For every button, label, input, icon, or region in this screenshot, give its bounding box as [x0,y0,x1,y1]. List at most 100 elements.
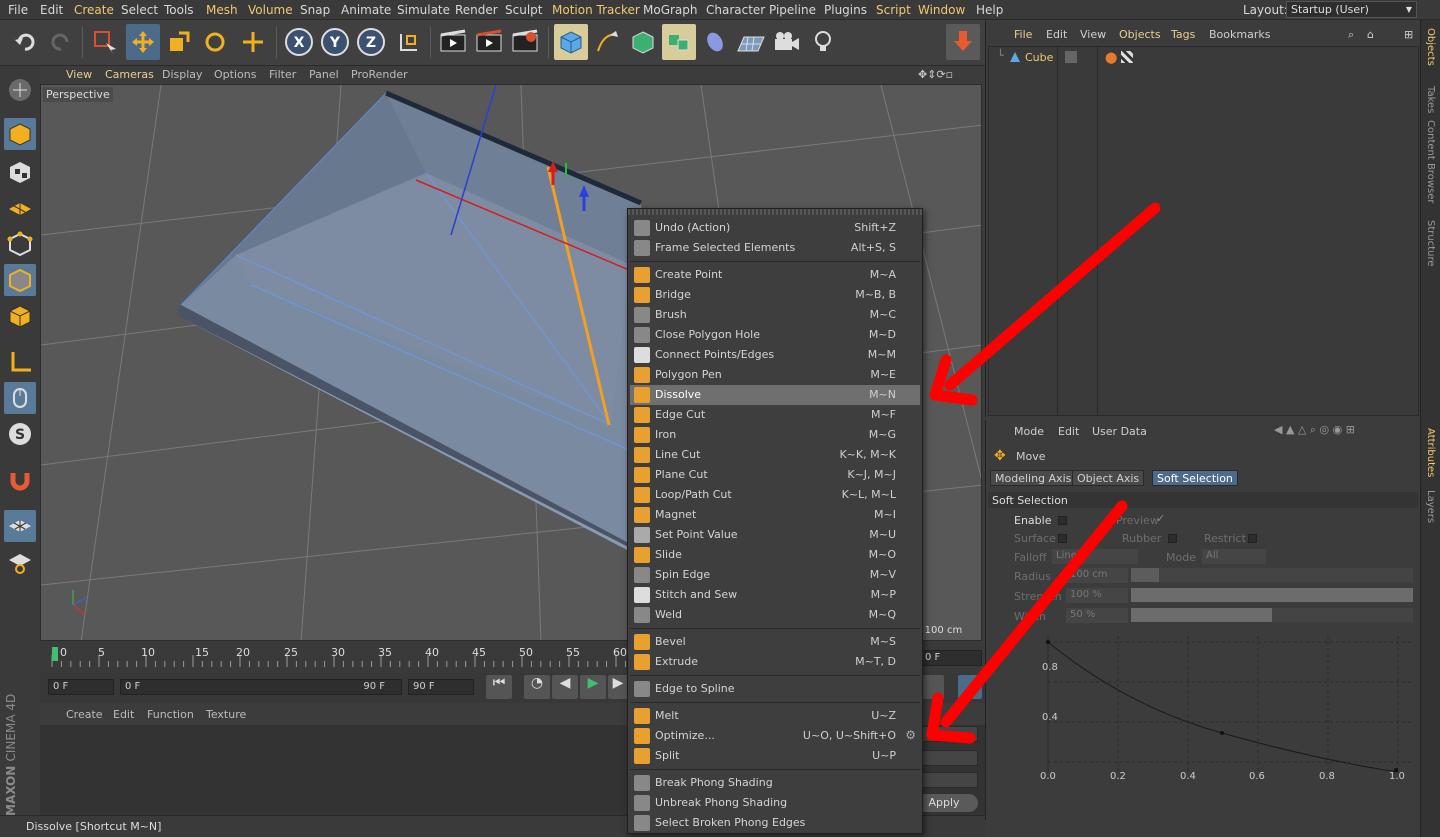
menu-item-edge-cut[interactable]: Edge Cut M~F [630,405,920,425]
tab-content-browser[interactable]: Content Browser [1425,120,1436,203]
tab-objects[interactable]: Objects [1425,28,1436,66]
obj-menu-view[interactable]: View [1080,28,1106,41]
menu-item-edge-to-spline[interactable]: Edge to Spline [630,679,920,699]
phong-tag-icon[interactable]: ⬤ [1105,51,1117,64]
model-mode-icon[interactable] [4,118,36,150]
menu-item-polygon-pen[interactable]: Polygon Pen M~E [630,365,920,385]
scale-tool-icon[interactable] [162,24,196,60]
attr-menu-user-data[interactable]: User Data [1092,425,1147,438]
go-to-start-button[interactable]: ⏮ [486,675,512,699]
points-mode-icon[interactable] [4,228,36,260]
mat-menu-edit[interactable]: Edit [113,708,134,721]
axis-mode-icon[interactable] [4,346,36,378]
menu-item-split[interactable]: Split U~P [630,746,920,766]
menu-item-undo-action[interactable]: Undo (Action) Shift+Z [630,218,920,238]
redo-button[interactable] [44,24,78,60]
coord-field[interactable] [922,750,978,766]
width-slider[interactable] [1131,608,1272,622]
enable-checkbox[interactable] [1058,516,1067,525]
mode-dropdown[interactable]: All [1202,549,1266,564]
vp-menu-options[interactable]: Options [214,68,256,81]
attr-menu-edit[interactable]: Edit [1058,425,1079,438]
object-list[interactable]: └ Cube ⬤ [988,46,1419,416]
download-icon[interactable] [946,24,980,60]
pen-spline-icon[interactable] [590,24,624,60]
edges-mode-icon[interactable] [4,264,36,296]
object-name[interactable]: Cube [1025,51,1053,64]
coord-field[interactable] [922,726,978,742]
z-axis-lock-icon[interactable]: Z [354,24,388,60]
menu-item-plane-cut[interactable]: Plane Cut K~J, M~J [630,465,920,485]
menu-item-optimize[interactable]: Optimize... U~O, U~Shift+O ⚙ [630,726,920,746]
menu-item-stitch-and-sew[interactable]: Stitch and Sew M~P [630,585,920,605]
obj-search-icon[interactable]: ⌕ [1348,28,1354,42]
move-tool-icon[interactable] [126,24,160,60]
gear-icon[interactable]: ⚙ [905,728,916,742]
vp-menu-display[interactable]: Display [162,68,203,81]
preview-range-slider[interactable]: 0 F 90 F [120,679,402,695]
snap-icon[interactable]: S [4,418,36,450]
menu-item-bevel[interactable]: Bevel M~S [630,632,920,652]
light-icon[interactable] [806,24,840,60]
tab-takes[interactable]: Takes [1425,86,1436,113]
render-settings-icon[interactable] [508,24,542,60]
menu-help[interactable]: Help [976,3,1003,17]
menu-select[interactable]: Select [121,3,158,17]
menu-plugins[interactable]: Plugins [824,3,867,17]
menu-file[interactable]: File [8,3,28,17]
menu-item-brush[interactable]: Brush M~C [630,305,920,325]
obj-menu-edit[interactable]: Edit [1046,28,1067,41]
texture-tag-icon[interactable] [1121,51,1133,63]
vp-menu-filter[interactable]: Filter [269,68,296,81]
menu-tools[interactable]: Tools [164,3,194,17]
magnet-icon[interactable] [4,464,36,496]
menu-item-bridge[interactable]: Bridge M~B, B [630,285,920,305]
polygons-mode-icon[interactable] [4,300,36,332]
start-frame-field[interactable]: 0 F [48,679,114,695]
menu-item-dissolve[interactable]: Dissolve M~N [630,385,920,405]
deformer-icon[interactable] [698,24,732,60]
menu-item-extrude[interactable]: Extrude M~T, D [630,652,920,672]
tab-structure[interactable]: Structure [1425,220,1436,267]
menu-script[interactable]: Script [876,3,911,17]
menu-item-slide[interactable]: Slide M~O [630,545,920,565]
menu-window[interactable]: Window [918,3,965,17]
menu-item-select-broken-phong-edges[interactable]: Select Broken Phong Edges [630,813,920,833]
menu-render[interactable]: Render [455,3,498,17]
record-button[interactable]: ◔ [524,675,550,699]
radius-field[interactable]: 100 cm [1066,568,1128,583]
tab-attributes[interactable]: Attributes [1425,428,1436,477]
menu-item-set-point-value[interactable]: Set Point Value M~U [630,525,920,545]
menu-mesh[interactable]: Mesh [206,3,238,17]
menu-item-unbreak-phong-shading[interactable]: Unbreak Phong Shading [630,793,920,813]
obj-home-icon[interactable]: ⌂ [1367,28,1374,41]
mat-menu-function[interactable]: Function [147,708,194,721]
timeline-mode-icon[interactable] [958,675,982,699]
menu-tearoff[interactable] [628,209,922,215]
tab-soft-selection[interactable]: Soft Selection [1152,470,1238,486]
menu-item-line-cut[interactable]: Line Cut K~K, M~K [630,445,920,465]
tab-object-axis[interactable]: Object Axis [1072,470,1145,486]
viewport-nav-icons[interactable]: ✥⇕⟳▫ [918,68,953,81]
mat-menu-create[interactable]: Create [66,708,103,721]
undo-button[interactable] [8,24,42,60]
mat-menu-texture[interactable]: Texture [206,708,246,721]
coord-field[interactable] [922,772,978,788]
menu-animate[interactable]: Animate [341,3,391,17]
menu-item-iron[interactable]: Iron M~G [630,425,920,445]
attr-nav-icons[interactable]: ◀ ▲ △ ⌕ ◎ ◉ ⊞ [1274,423,1355,437]
array-icon[interactable] [662,24,696,60]
previous-frame-button[interactable]: ◀ [552,675,578,699]
menu-sculpt[interactable]: Sculpt [505,3,542,17]
restrict-checkbox[interactable] [1248,534,1257,543]
menu-volume[interactable]: Volume [248,3,293,17]
next-frame-button[interactable]: ▶ [608,675,628,699]
end-frame-field[interactable]: 90 F [408,679,474,695]
x-axis-lock-icon[interactable]: X [282,24,316,60]
live-selection-icon[interactable] [88,24,122,60]
vp-menu-cameras[interactable]: Cameras [105,68,154,81]
keyframe-dots-icon[interactable] [920,675,944,699]
visibility-icon[interactable] [1065,51,1077,63]
vp-menu-view[interactable]: View [66,68,92,81]
surface-checkbox[interactable] [1058,534,1067,543]
